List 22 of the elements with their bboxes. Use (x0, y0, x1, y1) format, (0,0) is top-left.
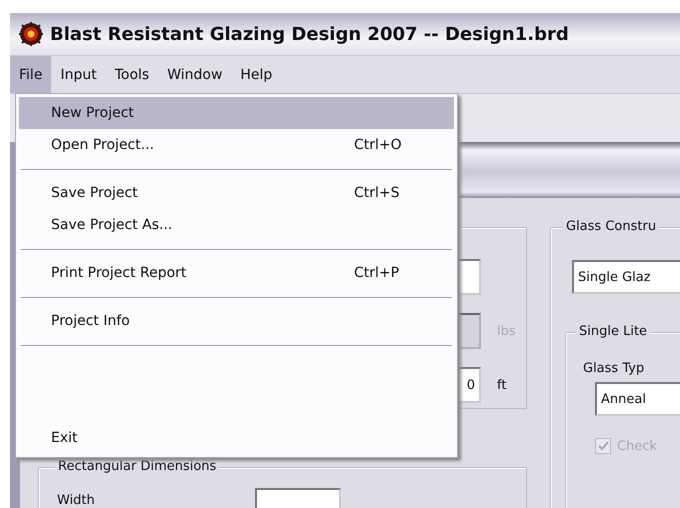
unit-label: ft (497, 378, 506, 392)
menu-item[interactable]: New Project (19, 97, 454, 129)
menu-item[interactable]: Project Info (19, 305, 454, 337)
glass-type-label: Glass Typ (583, 361, 646, 376)
width-field[interactable] (254, 488, 341, 508)
menu-item[interactable]: Save Project As... (19, 209, 454, 241)
menu-item[interactable]: Window (158, 56, 232, 93)
window-title: Blast Resistant Glazing Design 2007 -- Design1.brd (50, 24, 569, 44)
menu-item[interactable]: Help (231, 56, 282, 93)
menu-item[interactable]: Input (51, 56, 106, 93)
width-label: Width (57, 492, 95, 508)
glass-type-dropdown[interactable]: Anneal (595, 382, 680, 416)
group-title: Rectangular Dimensions (55, 459, 220, 474)
menu-item[interactable]: Save Project Ctrl+S (19, 177, 454, 209)
menu-item[interactable]: Open Project... Ctrl+O (19, 129, 454, 161)
app-icon (18, 21, 44, 47)
menu-item[interactable]: Print Project Report Ctrl+P (19, 257, 454, 289)
group-title: Single Lite (576, 324, 650, 339)
construction-dropdown[interactable]: Single Glaz (572, 260, 680, 294)
menu-item[interactable]: File (10, 56, 52, 93)
menu-item[interactable]: Exit (19, 422, 454, 454)
menu-item[interactable]: Tools (106, 56, 158, 93)
